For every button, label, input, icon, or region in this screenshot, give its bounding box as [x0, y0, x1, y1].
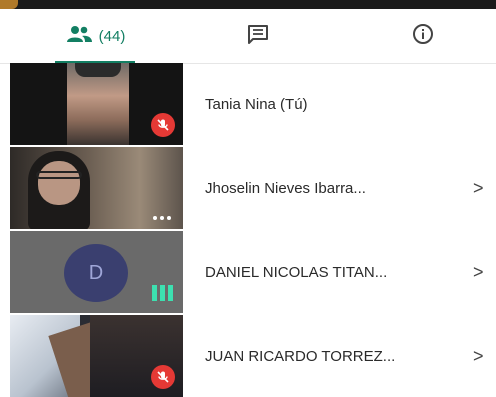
chevron-right-icon[interactable]: >	[473, 147, 484, 229]
more-options-icon	[153, 216, 171, 220]
mic-off-icon	[151, 113, 175, 137]
info-icon	[412, 23, 434, 50]
tab-info[interactable]	[378, 9, 468, 63]
tab-participants[interactable]: (44)	[40, 9, 150, 64]
chevron-right-icon[interactable]: >	[473, 231, 484, 313]
speaking-indicator-icon	[152, 285, 173, 301]
chat-icon	[247, 24, 269, 49]
list-item[interactable]: Tania Nina (Tú)	[0, 63, 496, 145]
tab-chat[interactable]	[213, 9, 303, 63]
list-item[interactable]: Jhoselin Nieves Ibarra... >	[0, 147, 496, 229]
top-bar-thumbnail	[0, 0, 18, 9]
video-tile: D	[10, 231, 183, 313]
tab-bar: (44)	[0, 9, 496, 64]
participant-count: (44)	[98, 27, 126, 45]
participant-name: DANIEL NICOLAS TITAN...	[205, 263, 388, 281]
avatar: D	[64, 244, 128, 302]
people-icon	[65, 25, 93, 48]
participant-video-cap	[75, 63, 121, 77]
participant-name: Jhoselin Nieves Ibarra...	[205, 179, 366, 197]
list-item[interactable]: D DANIEL NICOLAS TITAN... >	[0, 231, 496, 313]
top-bar	[0, 0, 496, 9]
participant-name: JUAN RICARDO TORREZ...	[205, 347, 396, 365]
glasses-icon	[36, 171, 82, 179]
participant-video-face	[38, 161, 80, 205]
video-tile	[10, 63, 183, 145]
participant-name: Tania Nina (Tú)	[205, 95, 308, 113]
video-tile	[10, 147, 183, 229]
mic-off-icon	[151, 365, 175, 389]
list-item[interactable]: JUAN RICARDO TORREZ... >	[0, 315, 496, 397]
video-tile	[10, 315, 183, 397]
chevron-right-icon[interactable]: >	[473, 315, 484, 397]
